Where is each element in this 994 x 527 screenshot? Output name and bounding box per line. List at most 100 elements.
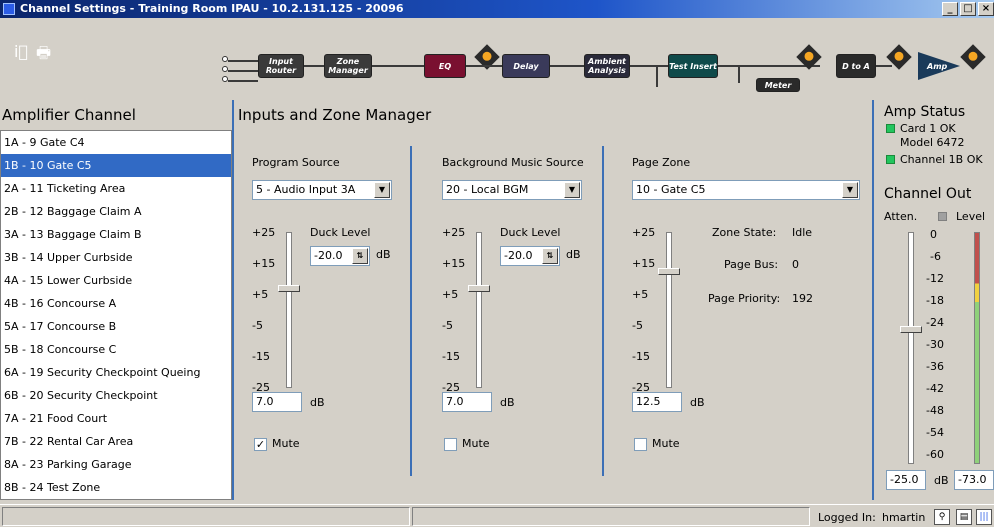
d-to-a-block[interactable]: D to A bbox=[836, 54, 876, 78]
bgm-level-field[interactable]: 7.0 bbox=[442, 392, 492, 412]
channel-status-led-icon bbox=[886, 155, 895, 164]
atten-slider[interactable] bbox=[900, 325, 922, 333]
window-controls: _ □ × bbox=[942, 2, 994, 16]
amp-model: Model 6472 bbox=[900, 136, 965, 149]
list-item[interactable]: 3A - 13 Baggage Claim B bbox=[1, 223, 231, 246]
level-label: Level bbox=[956, 210, 986, 223]
bgm-source-label: Background Music Source bbox=[442, 156, 584, 169]
page-bus-label: Page Bus: bbox=[724, 258, 779, 271]
list-item[interactable]: 6A - 19 Security Checkpoint Queing bbox=[1, 361, 231, 384]
signal-pipeline: ⅰ⃝ 🖶 Input Router Zone Manager EQ Delay … bbox=[0, 18, 994, 100]
page-zone-column: Page Zone 10 - Gate C5 ▼ +25 +15 +5 -5 -… bbox=[614, 146, 864, 476]
duck-level-label: Duck Level bbox=[310, 226, 371, 239]
maximize-button[interactable]: □ bbox=[960, 2, 976, 16]
title-bar: Channel Settings - Training Room IPAU - … bbox=[0, 0, 994, 18]
page-zone-label: Page Zone bbox=[632, 156, 691, 169]
amp-status-panel: Amp Status Card 1 OK Model 6472 Channel … bbox=[872, 100, 994, 500]
inputs-zone-manager-panel: Inputs and Zone Manager Program Source 5… bbox=[232, 100, 872, 500]
eq-block[interactable]: EQ bbox=[424, 54, 466, 78]
status-bar: Logged In: hmartin ⚲ ▤ ||| bbox=[0, 504, 994, 527]
page-priority-label: Page Priority: bbox=[708, 292, 781, 305]
channel-list[interactable]: 1A - 9 Gate C4 1B - 10 Gate C5 2A - 11 T… bbox=[0, 130, 232, 500]
dropdown-arrow-icon[interactable]: ▼ bbox=[842, 182, 858, 198]
column-divider bbox=[410, 146, 412, 476]
list-item[interactable]: 8A - 23 Parking Garage bbox=[1, 453, 231, 476]
zone-state-value: Idle bbox=[792, 226, 813, 239]
spinner-icon[interactable]: ⇅ bbox=[352, 248, 368, 264]
program-mute-checkbox[interactable]: ✓ bbox=[254, 438, 267, 451]
level-readout: -73.0 bbox=[954, 470, 994, 490]
delay-block[interactable]: Delay bbox=[502, 54, 550, 78]
print-icon[interactable]: 🖶 bbox=[36, 42, 51, 69]
spinner-icon[interactable]: ⇅ bbox=[542, 248, 558, 264]
page-level-slider[interactable] bbox=[658, 268, 680, 275]
card-status: Card 1 OK bbox=[900, 122, 956, 135]
bgm-level-slider[interactable] bbox=[468, 285, 490, 293]
bgm-level-track bbox=[476, 232, 482, 388]
list-item[interactable]: 5A - 17 Concourse B bbox=[1, 315, 231, 338]
atten-track bbox=[908, 232, 914, 464]
logged-in-user: hmartin bbox=[882, 511, 926, 524]
list-item[interactable]: 4B - 16 Concourse A bbox=[1, 292, 231, 315]
duck-level-label: Duck Level bbox=[500, 226, 561, 239]
bgm-mute-checkbox[interactable] bbox=[444, 438, 457, 451]
page-bus-value: 0 bbox=[792, 258, 799, 271]
list-item[interactable]: 7B - 22 Rental Car Area bbox=[1, 430, 231, 453]
column-divider bbox=[602, 146, 604, 476]
channel-status: Channel 1B OK bbox=[900, 153, 983, 166]
program-level-track bbox=[286, 232, 292, 388]
logged-in-label: Logged In: bbox=[818, 511, 876, 524]
list-item[interactable]: 6B - 20 Security Checkpoint bbox=[1, 384, 231, 407]
status-panel-2 bbox=[412, 507, 810, 526]
knob-icon bbox=[960, 44, 986, 70]
bgm-duck-level-field[interactable]: -20.0 ⇅ bbox=[500, 246, 560, 266]
dropdown-arrow-icon[interactable]: ▼ bbox=[374, 182, 390, 198]
ambient-analysis-block[interactable]: Ambient Analysis bbox=[584, 54, 630, 78]
atten-label: Atten. bbox=[884, 210, 918, 223]
amp-label: Amp bbox=[927, 62, 948, 71]
app-icon bbox=[3, 3, 15, 15]
list-item[interactable]: 1A - 9 Gate C4 bbox=[1, 131, 231, 154]
device-icon[interactable]: ▤ bbox=[956, 509, 972, 525]
list-item[interactable]: 7A - 21 Food Court bbox=[1, 407, 231, 430]
zone-manager-block[interactable]: Zone Manager bbox=[324, 54, 372, 78]
list-item[interactable]: 2B - 12 Baggage Claim A bbox=[1, 200, 231, 223]
list-item[interactable]: 5B - 18 Concourse C bbox=[1, 338, 231, 361]
minimize-button[interactable]: _ bbox=[942, 2, 958, 16]
id-icon[interactable]: ⅰ⃝ bbox=[14, 42, 28, 61]
page-mute-label: Mute bbox=[652, 437, 680, 450]
list-item[interactable]: 4A - 15 Lower Curbside bbox=[1, 269, 231, 292]
list-item[interactable]: 3B - 14 Upper Curbside bbox=[1, 246, 231, 269]
channel-out-heading: Channel Out bbox=[884, 186, 972, 202]
list-item-selected[interactable]: 1B - 10 Gate C5 bbox=[1, 154, 231, 177]
close-button[interactable]: × bbox=[978, 2, 994, 16]
page-priority-value: 192 bbox=[792, 292, 813, 305]
page-level-field[interactable]: 12.5 bbox=[632, 392, 682, 412]
test-insert-block[interactable]: Test Insert bbox=[668, 54, 718, 78]
channel-panel: Amplifier Channel 1A - 9 Gate C4 1B - 10… bbox=[0, 100, 232, 500]
page-mute-checkbox[interactable] bbox=[634, 438, 647, 451]
bgm-source-column: Background Music Source 20 - Local BGM ▼… bbox=[442, 156, 584, 451]
meter-block[interactable]: Meter bbox=[756, 78, 800, 92]
program-level-slider[interactable] bbox=[278, 285, 300, 293]
level-meter bbox=[974, 232, 980, 464]
program-source-label: Program Source bbox=[252, 156, 340, 169]
bgm-source-select[interactable]: 20 - Local BGM ▼ bbox=[442, 180, 582, 200]
list-item[interactable]: 8B - 24 Test Zone bbox=[1, 476, 231, 499]
list-item[interactable]: 2A - 11 Ticketing Area bbox=[1, 177, 231, 200]
program-source-select[interactable]: 5 - Audio Input 3A ▼ bbox=[252, 180, 392, 200]
signal-icon[interactable]: ||| bbox=[976, 509, 992, 525]
input-router-block[interactable]: Input Router bbox=[258, 54, 304, 78]
section-title: Inputs and Zone Manager bbox=[238, 106, 432, 124]
program-duck-level-field[interactable]: -20.0 ⇅ bbox=[310, 246, 370, 266]
zone-state-label: Zone State: bbox=[712, 226, 777, 239]
page-zone-select[interactable]: 10 - Gate C5 ▼ bbox=[632, 180, 860, 200]
atten-field[interactable]: -25.0 bbox=[886, 470, 926, 490]
program-mute-label: Mute bbox=[272, 437, 300, 450]
program-level-field[interactable]: 7.0 bbox=[252, 392, 302, 412]
card-status-led-icon bbox=[886, 124, 895, 133]
user-icon[interactable]: ⚲ bbox=[934, 509, 950, 525]
window-title: Channel Settings - Training Room IPAU - … bbox=[20, 2, 404, 15]
dropdown-arrow-icon[interactable]: ▼ bbox=[564, 182, 580, 198]
channel-list-heading: Amplifier Channel bbox=[2, 106, 136, 124]
